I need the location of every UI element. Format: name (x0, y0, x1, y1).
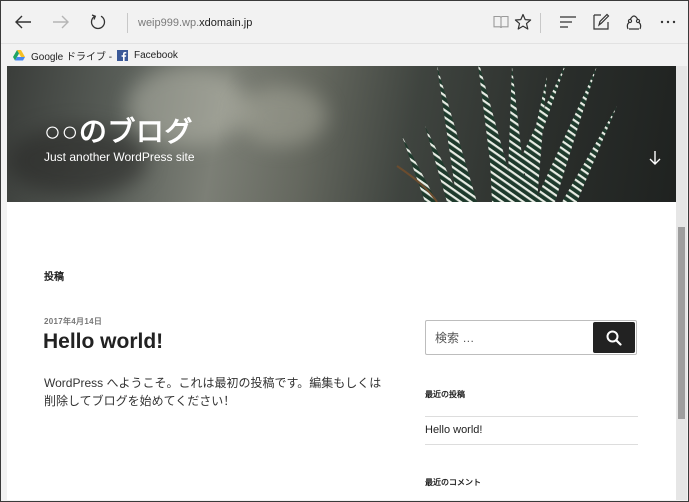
more-dots-icon (660, 20, 676, 24)
favorite-label: Google ドライブ - (31, 51, 113, 63)
search-input[interactable] (426, 321, 594, 354)
widget-divider (425, 416, 638, 417)
address-separator (127, 13, 128, 33)
scroll-down-button[interactable] (648, 150, 662, 166)
address-domain: xdomain.jp (199, 17, 253, 29)
facebook-icon (117, 49, 128, 61)
back-button[interactable] (10, 9, 36, 35)
favorite-google-drive[interactable]: Google ドライブ - (13, 47, 112, 63)
post-body: WordPress へようこそ。これは最初の投稿です。編集もしくは削除してブログ… (44, 376, 382, 408)
web-note-button[interactable] (588, 9, 614, 35)
favorite-label: Facebook (134, 49, 178, 61)
favorites-bar: Google ドライブ - Facebook (1, 44, 688, 66)
post-date[interactable]: 2017年4月14日 (44, 316, 102, 327)
scrollbar-thumb[interactable] (678, 227, 685, 419)
forward-arrow-icon (53, 15, 69, 29)
page-viewport: ○○のブログ Just another WordPress site 投稿 20… (7, 66, 676, 500)
hub-button[interactable] (555, 9, 581, 35)
site-tagline: Just another WordPress site (44, 150, 195, 164)
book-icon (493, 15, 509, 29)
search-button[interactable] (593, 322, 635, 353)
google-drive-icon (13, 49, 25, 61)
address-bar[interactable]: weip999.wp.xdomain.jp (138, 14, 252, 32)
star-icon (514, 13, 532, 30)
search-icon (606, 330, 622, 346)
back-arrow-icon (15, 15, 31, 29)
section-label: 投稿 (44, 272, 64, 283)
recent-comments-title: 最近のコメント (425, 478, 481, 487)
share-icon (626, 15, 642, 30)
search-form (425, 320, 637, 355)
site-title[interactable]: ○○のブログ (44, 110, 193, 150)
arrow-down-icon (649, 151, 661, 165)
share-button[interactable] (621, 9, 647, 35)
recent-post-link[interactable]: Hello world! (425, 424, 482, 436)
address-prefix: weip999.wp. (138, 17, 200, 29)
recent-posts-title: 最近の投稿 (425, 390, 465, 399)
refresh-icon (90, 14, 106, 30)
refresh-button[interactable] (85, 9, 111, 35)
hub-lines-icon (560, 16, 576, 28)
favorite-star-button[interactable] (510, 9, 536, 35)
widget-divider (425, 444, 638, 445)
post-title[interactable]: Hello world! (43, 330, 163, 354)
browser-toolbar: weip999.wp.xdomain.jp (1, 1, 688, 44)
favorite-facebook[interactable]: Facebook (117, 47, 178, 63)
forward-button[interactable] (48, 9, 74, 35)
more-button[interactable] (655, 9, 681, 35)
web-note-pen-icon (593, 13, 610, 30)
toolbar-separator (540, 13, 541, 33)
header-image: ○○のブログ Just another WordPress site (7, 66, 676, 202)
